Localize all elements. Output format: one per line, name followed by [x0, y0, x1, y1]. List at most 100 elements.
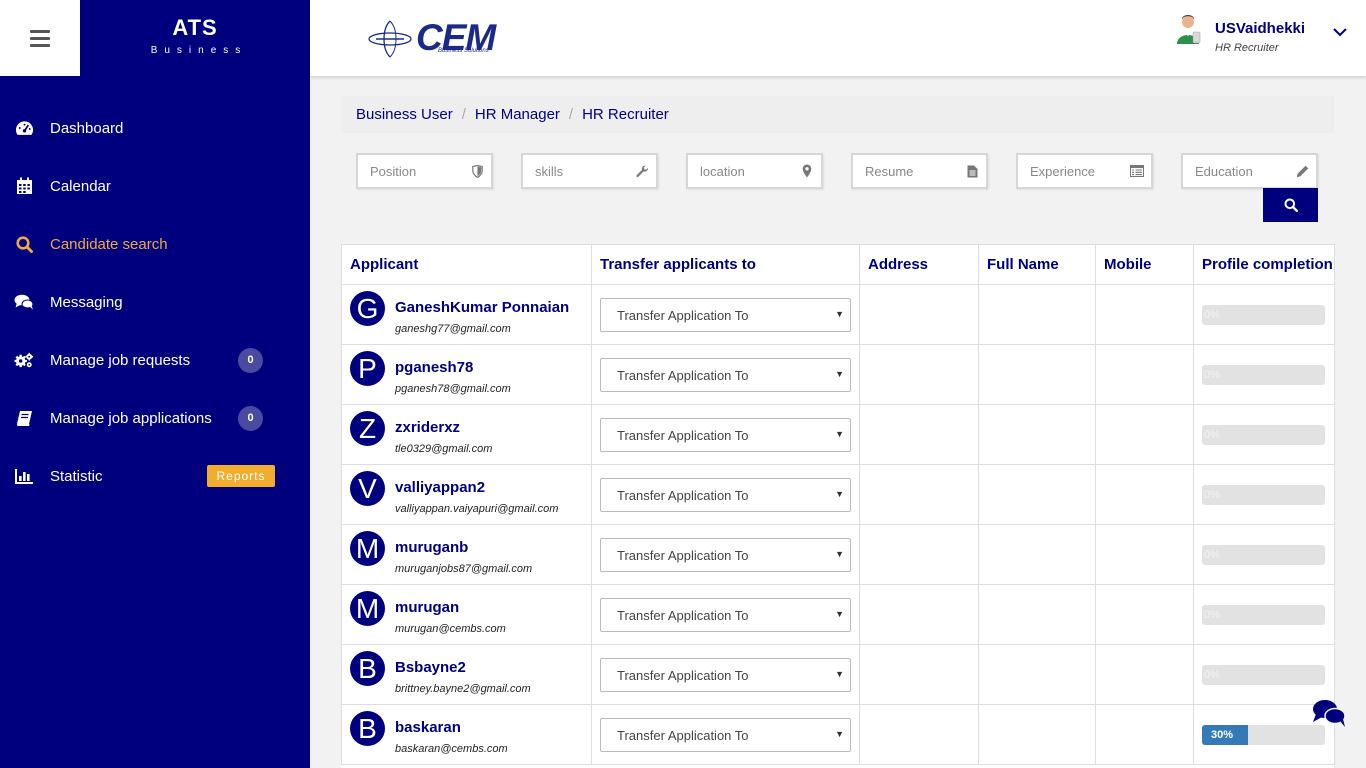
applicant-email: pganesh78@gmail.com	[395, 383, 511, 395]
avatar[interactable]: Z	[350, 411, 385, 446]
mobile-cell	[1095, 644, 1194, 705]
sidebar-item-statistic[interactable]: Statistic Reports	[0, 456, 310, 496]
avatar[interactable]: M	[350, 591, 385, 626]
table-body: G GaneshKumar Ponnaian ganeshg77@gmail.com…	[341, 284, 1335, 765]
table-row: Vvalliyappan2 valliyappan.vaiyapuri@gmail…	[341, 464, 1335, 525]
applicant-name[interactable]: GaneshKumar Ponnaian	[395, 299, 569, 316]
profile-completion-label: 0%	[1204, 548, 1220, 561]
comments-icon	[14, 292, 34, 312]
table-header-row: Applicant Transfer applicants to Address…	[341, 244, 1335, 285]
breadcrumb-separator: /	[568, 106, 574, 123]
breadcrumb: Business User / HR Manager / HR Recruite…	[341, 96, 1334, 133]
transfer-cell: Transfer Application To ▼	[591, 704, 860, 765]
transfer-application-select[interactable]: Transfer Application To ▼	[600, 297, 851, 332]
menu-toggle-area	[0, 0, 80, 76]
sidebar-item-dashboard[interactable]: Dashboard	[0, 108, 310, 148]
hamburger-menu-icon[interactable]	[30, 30, 50, 47]
transfer-select-label: Transfer Application To	[617, 667, 749, 683]
avatar[interactable]: M	[350, 531, 385, 566]
applicant-name[interactable]: zxriderxz	[395, 419, 460, 436]
applicant-name[interactable]: valliyappan2	[395, 479, 485, 496]
search-icon	[14, 234, 34, 254]
chevron-down-icon[interactable]	[1332, 24, 1348, 40]
sidebar-item-label: Calendar	[50, 177, 111, 195]
chat-widget-button[interactable]	[1311, 697, 1347, 729]
address-cell	[859, 464, 979, 525]
chat-bubbles-icon	[1313, 700, 1346, 727]
calendar-icon	[14, 176, 34, 196]
transfer-application-select[interactable]: Transfer Application To ▼	[600, 477, 851, 512]
transfer-application-select[interactable]: Transfer Application To ▼	[600, 597, 851, 632]
profile-completion-bar: 0%	[1202, 664, 1325, 685]
sidebar-item-messaging[interactable]: Messaging	[0, 282, 310, 322]
user-menu[interactable]: USVaidhekki HR Recruiter	[1175, 14, 1355, 62]
address-cell	[859, 284, 979, 345]
transfer-cell: Transfer Application To ▼	[591, 584, 860, 645]
sidebar-item-manage-job-applications[interactable]: Manage job applications 0	[0, 398, 310, 438]
dashboard-icon	[14, 118, 34, 138]
avatar[interactable]: V	[350, 471, 385, 506]
transfer-application-select[interactable]: Transfer Application To ▼	[600, 717, 851, 752]
brand-subtitle: Business	[150, 45, 248, 56]
education-filter	[1181, 153, 1318, 189]
transfer-cell: Transfer Application To ▼	[591, 524, 860, 585]
applicant-email: ganeshg77@gmail.com	[395, 323, 511, 335]
applicant-name[interactable]: murugan	[395, 599, 459, 616]
applicant-cell: Mmuruganb muruganjobs87@gmail.com	[341, 524, 592, 585]
brand-block: ATS Business	[80, 0, 310, 76]
table-row: Mmuruganb muruganjobs87@gmail.com Transfer…	[341, 524, 1335, 585]
transfer-cell: Transfer Application To ▼	[591, 404, 860, 465]
breadcrumb-hr-manager[interactable]: HR Manager	[475, 106, 560, 123]
avatar[interactable]: B	[350, 711, 385, 746]
caret-down-icon: ▼	[835, 728, 844, 739]
profile-completion-label: 0%	[1204, 668, 1220, 681]
skills-filter	[521, 153, 658, 189]
column-header-applicant: Applicant	[341, 244, 592, 285]
column-header-profile-completion: Profile completion	[1193, 244, 1335, 285]
sidebar-item-calendar[interactable]: Calendar	[0, 166, 310, 206]
search-button[interactable]	[1263, 188, 1318, 222]
bar-chart-icon	[14, 466, 34, 486]
sidebar-item-label: Candidate search	[50, 235, 168, 253]
profile-completion-cell: 0%	[1193, 284, 1335, 345]
transfer-cell: Transfer Application To ▼	[591, 644, 860, 705]
transfer-cell: Transfer Application To ▼	[591, 344, 860, 405]
avatar[interactable]: G	[350, 291, 385, 326]
breadcrumb-hr-recruiter[interactable]: HR Recruiter	[582, 106, 669, 123]
applicant-name[interactable]: baskaran	[395, 719, 461, 736]
applicant-email: valliyappan.vaiyapuri@gmail.com	[395, 503, 559, 515]
profile-completion-cell: 0%	[1193, 524, 1335, 585]
transfer-application-select[interactable]: Transfer Application To ▼	[600, 537, 851, 572]
avatar[interactable]: P	[350, 351, 385, 386]
profile-completion-bar: 0%	[1202, 544, 1325, 565]
transfer-select-label: Transfer Application To	[617, 487, 749, 503]
full-name-cell	[978, 644, 1096, 705]
breadcrumb-business-user[interactable]: Business User	[356, 106, 453, 123]
address-cell	[859, 404, 979, 465]
sidebar-item-manage-job-requests[interactable]: Manage job requests 0	[0, 340, 310, 380]
transfer-application-select[interactable]: Transfer Application To ▼	[600, 657, 851, 692]
applicant-cell: Ppganesh78 pganesh78@gmail.com	[341, 344, 592, 405]
applicant-name[interactable]: muruganb	[395, 539, 468, 556]
transfer-application-select[interactable]: Transfer Application To ▼	[600, 417, 851, 452]
sidebar-item-candidate-search[interactable]: Candidate search	[0, 224, 310, 264]
applicant-email: tle0329@gmail.com	[395, 443, 493, 455]
profile-completion-label: 0%	[1204, 308, 1220, 321]
profile-completion-cell: 0%	[1193, 344, 1335, 405]
mobile-cell	[1095, 584, 1194, 645]
company-logo[interactable]: CEM Business Solutions	[368, 16, 498, 60]
table-row: G GaneshKumar Ponnaian ganeshg77@gmail.com…	[341, 284, 1335, 345]
applicant-name[interactable]: pganesh78	[395, 359, 473, 376]
reports-badge[interactable]: Reports	[207, 465, 275, 487]
profile-completion-bar: 30%	[1202, 724, 1325, 745]
avatar[interactable]: B	[350, 651, 385, 686]
user-role: HR Recruiter	[1215, 42, 1279, 54]
applicant-email: brittney.bayne2@gmail.com	[395, 683, 531, 695]
applicant-name[interactable]: Bsbayne2	[395, 659, 466, 676]
transfer-application-select[interactable]: Transfer Application To ▼	[600, 357, 851, 392]
address-cell	[859, 524, 979, 585]
sidebar-item-label: Messaging	[50, 293, 123, 311]
position-filter	[356, 153, 493, 189]
column-header-mobile: Mobile	[1095, 244, 1194, 285]
applicant-cell: Bbaskaran baskaran@cembs.com	[341, 704, 592, 765]
